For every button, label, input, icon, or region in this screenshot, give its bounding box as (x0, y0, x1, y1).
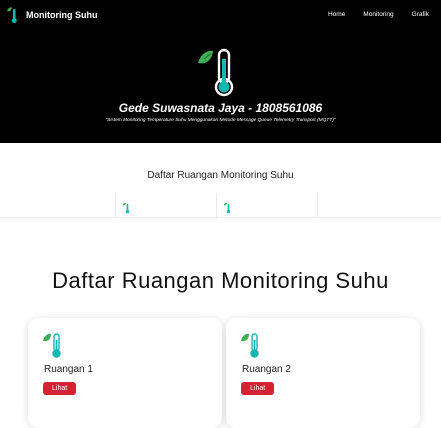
hero-subtitle: "Sistem Monitoring Temperature Suhu Meng… (105, 118, 336, 123)
thermometer-leaf-icon (7, 6, 17, 23)
thermometer-leaf-icon (122, 202, 130, 214)
thermometer-leaf-icon (198, 48, 234, 97)
thermometer-leaf-icon (43, 333, 61, 358)
nav-links: Home Monitoring Grafik (319, 11, 441, 18)
preview-section-title: Daftar Ruangan Monitoring Suhu (147, 170, 294, 181)
rooms-section-title: Daftar Ruangan Monitoring Suhu (52, 268, 389, 293)
preview-divider (0, 217, 441, 218)
navbar: Monitoring Suhu Home Monitoring Grafik (0, 0, 441, 29)
room-name: Ruangan 2 (242, 364, 291, 375)
brand-text: Monitoring Suhu (26, 9, 98, 20)
preview-room-card[interactable] (115, 193, 217, 217)
thermometer-leaf-icon (223, 202, 231, 214)
view-room-button[interactable]: Lihat (241, 382, 275, 395)
preview-room-card[interactable] (216, 193, 318, 217)
room-card-2: Ruangan 2 Lihat (226, 318, 420, 428)
hero-title: Gede Suwasnata Jaya - 1808561086 (118, 101, 323, 115)
room-name: Ruangan 1 (44, 364, 93, 375)
thermometer-leaf-icon (241, 333, 259, 358)
room-card-1: Ruangan 1 Lihat (28, 318, 222, 428)
nav-link-grafik[interactable]: Grafik (403, 11, 438, 18)
nav-link-monitoring[interactable]: Monitoring (354, 11, 402, 18)
nav-link-home[interactable]: Home (319, 11, 354, 18)
brand[interactable]: Monitoring Suhu (6, 6, 97, 24)
hero-banner: Gede Suwasnata Jaya - 1808561086 "Sistem… (0, 29, 441, 143)
preview-room-cards (0, 193, 441, 219)
view-room-button[interactable]: Lihat (43, 382, 77, 395)
